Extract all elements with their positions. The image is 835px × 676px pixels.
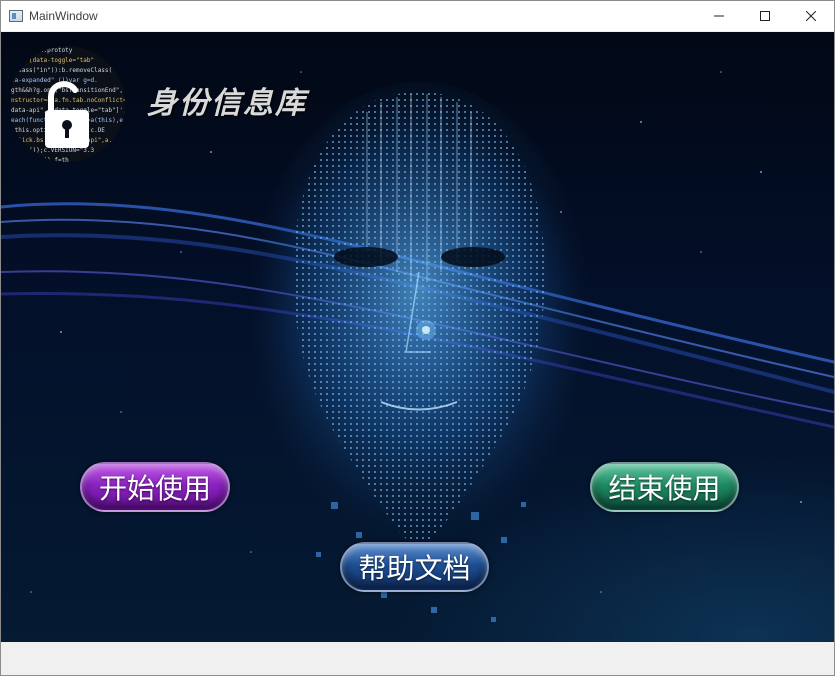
close-icon: [806, 11, 816, 21]
start-button[interactable]: 开始使用: [80, 462, 230, 512]
help-docs-button[interactable]: 帮助文档: [340, 542, 489, 592]
app-window-icon: [9, 10, 23, 22]
svg-text:nClass("in")):b.removeClass(: nClass("in")):b.removeClass(: [11, 67, 112, 74]
status-bar: [1, 642, 834, 675]
svg-text:ition());c.VERSION="3.3: ition());c.VERSION="3.3: [11, 147, 94, 154]
minimize-icon: [714, 15, 724, 17]
svg-text:ia-expanded" ())var g=d.: ia-expanded" ())var g=d.: [11, 77, 98, 84]
padlock-code-icon: ,,}}}}},c.prototy .nd('[data-toggle="tab…: [11, 46, 134, 164]
svg-text:nstructor=c,a.fn.tab.noConflic: nstructor=c,a.fn.tab.noConflict=fu: [11, 97, 134, 104]
svg-text:scrollTop(),f=th: scrollTop(),f=th: [11, 157, 69, 164]
minimize-button[interactable]: [696, 1, 742, 31]
app-title: 身份信息库: [147, 86, 307, 121]
window-title: MainWindow: [29, 9, 98, 23]
maximize-button[interactable]: [742, 1, 788, 31]
window-controls: [696, 1, 834, 31]
main-window: MainWindow ,,}}}}},c.prototy .nd('[data-…: [0, 0, 835, 676]
title-bar[interactable]: MainWindow: [1, 1, 834, 31]
end-button[interactable]: 结束使用: [590, 462, 739, 512]
maximize-icon: [760, 11, 770, 21]
svg-text:.nd('[data-toggle="tab": .nd('[data-toggle="tab": [11, 57, 94, 64]
svg-text:,,}}}}},c.prototy: ,,}}}}},c.prototy: [11, 47, 73, 54]
main-canvas: ,,}}}}},c.prototy .nd('[data-toggle="tab…: [1, 32, 834, 642]
close-button[interactable]: [788, 1, 834, 31]
